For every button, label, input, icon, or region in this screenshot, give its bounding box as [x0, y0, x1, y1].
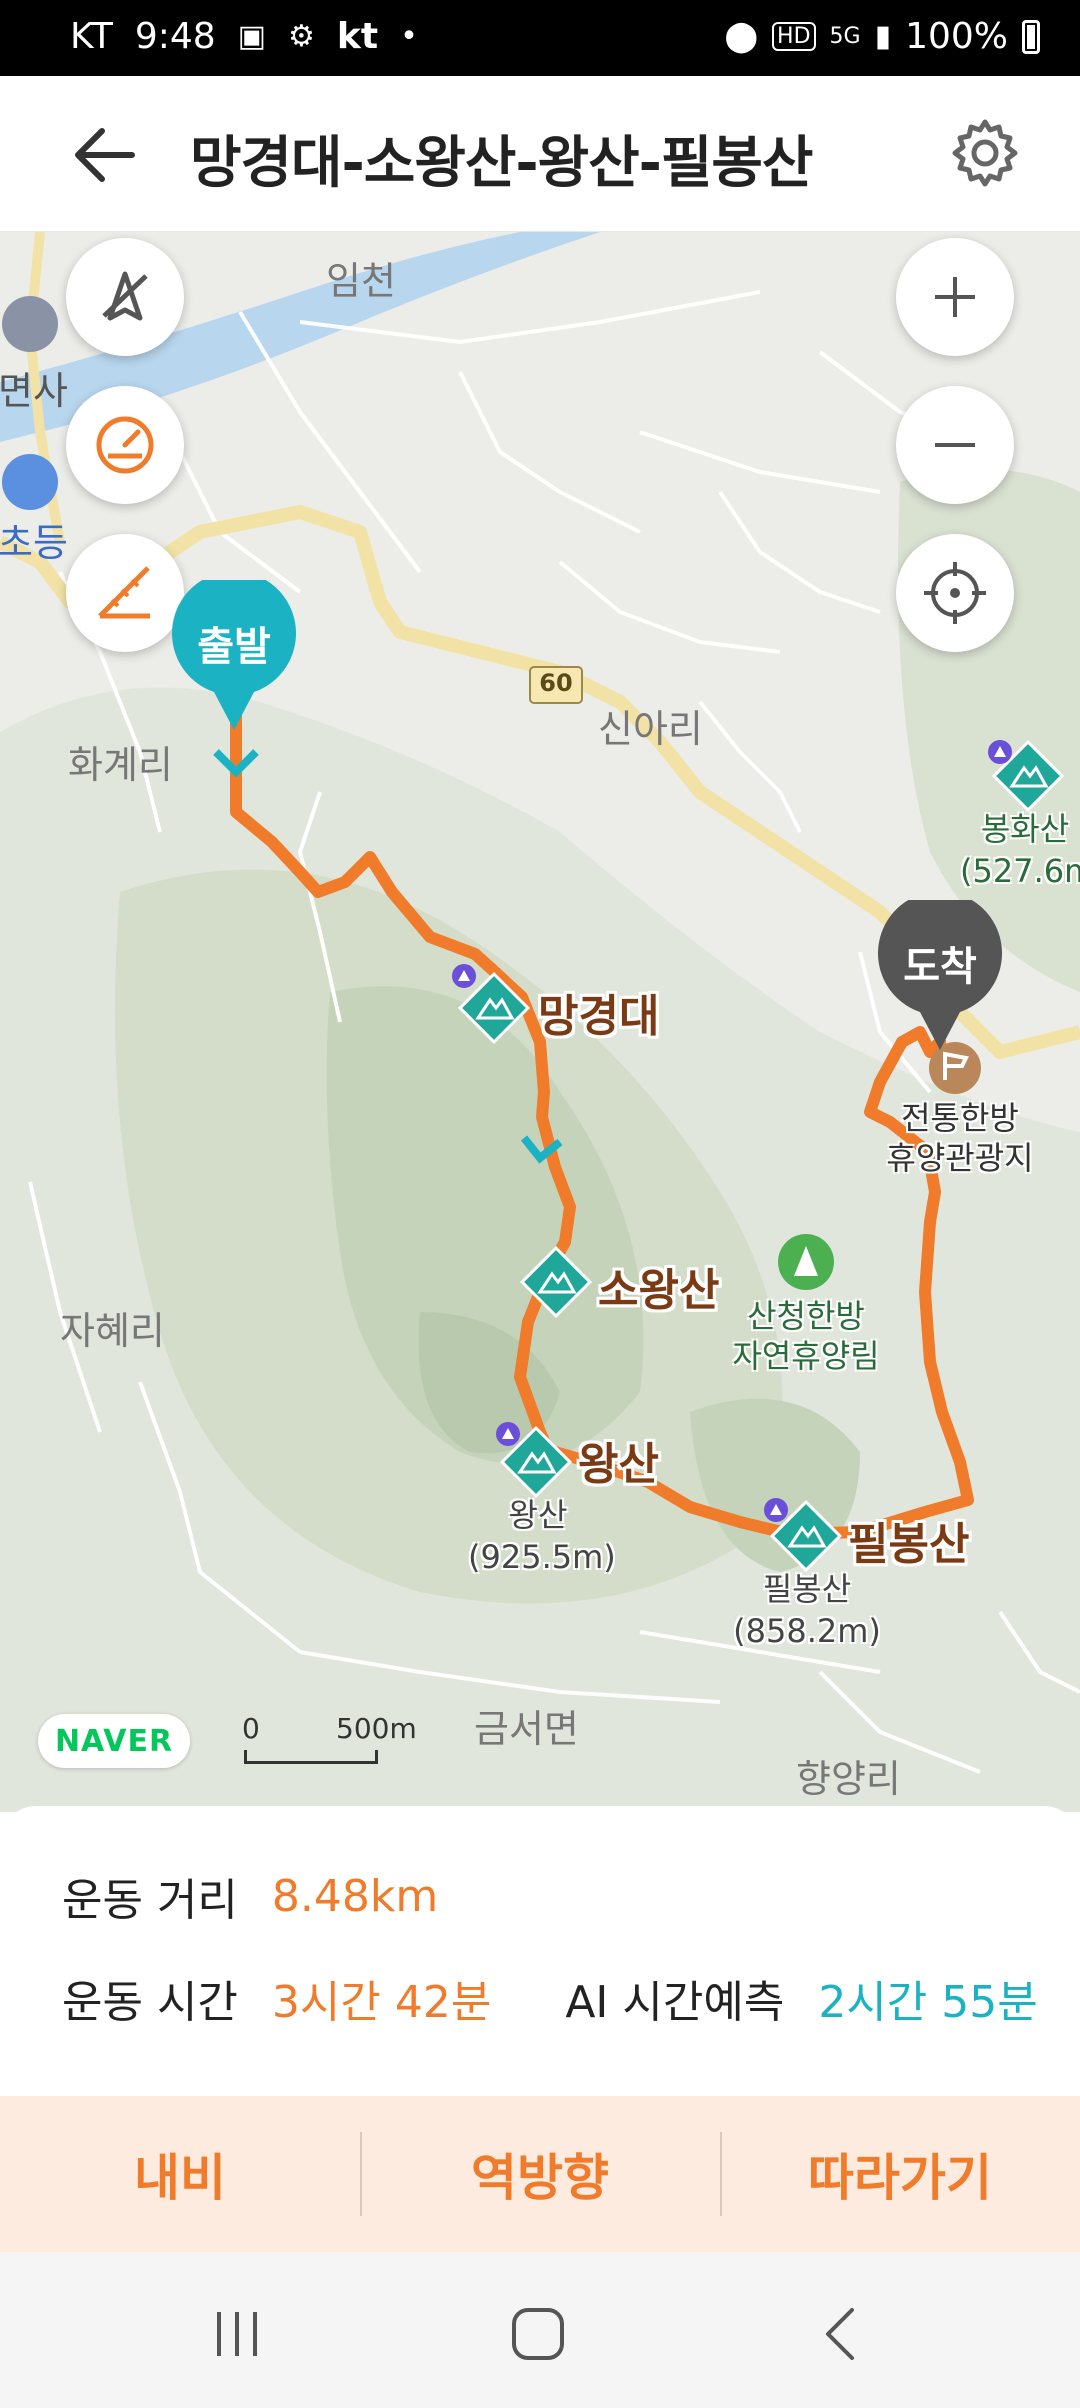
- status-right: ⬤ HD 5G ▮ 100%: [724, 16, 1040, 57]
- end-pin-label: 도착: [903, 944, 977, 990]
- peak-badge-icon: [988, 740, 1012, 764]
- poi-forest-line1: 산청한방: [747, 1297, 865, 1335]
- peak-sub-pilbongsan-name: 필봉산: [762, 1570, 852, 1608]
- map-view[interactable]: 임천 면사 초등 화계리 신아리 자혜리 금서면 향양리 60 출발 도착 망경…: [0, 232, 1080, 1812]
- battery-icon: [1022, 19, 1040, 54]
- route-info-panel: 운동 거리 8.48km 운동 시간 3시간 42분 AI 시간예측 2시간 5…: [0, 1806, 1080, 2096]
- compass-off-button[interactable]: [66, 238, 184, 356]
- speedometer-button[interactable]: [66, 386, 184, 504]
- zoom-in-button[interactable]: [896, 238, 1014, 356]
- status-left: KT 9:48 ▣ ⚙ kt •: [70, 16, 418, 57]
- gallery-icon: ▣: [237, 19, 267, 54]
- place-label-hyangyangri: 향양리: [796, 1757, 901, 1801]
- carrier-label: KT: [70, 16, 113, 57]
- back-arrow-icon[interactable]: [70, 120, 140, 190]
- place-label-jahyeri: 자혜리: [60, 1309, 165, 1353]
- page-title: 망경대-소왕산-왕산-필봉산: [190, 131, 813, 196]
- time-value: 3시간 42분: [271, 1977, 492, 2028]
- place-label-myeonsa: 면사: [0, 369, 68, 413]
- distance-row: 운동 거리 8.48km: [62, 1864, 438, 1928]
- naver-logo: NAVER: [38, 1714, 190, 1768]
- navi-button[interactable]: 내비: [0, 2096, 360, 2252]
- place-label-imcheon: 임천: [326, 259, 396, 303]
- settings-gear-icon[interactable]: [948, 116, 1022, 190]
- peak-sub-pilbongsan-height: (858.2m): [733, 1612, 881, 1650]
- start-pin-label: 출발: [197, 624, 271, 670]
- carrier-logo: kt: [336, 16, 379, 57]
- location-icon: ⬤: [724, 19, 759, 54]
- elevation-button[interactable]: [66, 534, 184, 652]
- map-scale: 0 500m: [242, 1712, 422, 1772]
- peak-sub-wangsan-name: 왕산: [508, 1496, 568, 1534]
- app-header: 망경대-소왕산-왕산-필봉산: [0, 76, 1080, 232]
- peak-sub-wangsan-height: (925.5m): [468, 1538, 616, 1576]
- status-bar: KT 9:48 ▣ ⚙ kt • ⬤ HD 5G ▮ 100%: [0, 0, 1080, 76]
- poi-resort-line2: 휴양관광지: [886, 1139, 1034, 1177]
- peak-label-wangsan: 왕산: [578, 1439, 659, 1490]
- home-icon[interactable]: [506, 2302, 570, 2366]
- peak-badge-icon: [764, 1498, 788, 1522]
- place-label-hwagyeri: 화계리: [68, 743, 173, 787]
- end-pin[interactable]: 도착: [876, 891, 1004, 1052]
- plus-icon: [935, 277, 975, 317]
- peak-label-pilbongsan: 필봉산: [848, 1519, 970, 1570]
- ai-time-value: 2시간 55분: [818, 1977, 1038, 2028]
- battery-percent: 100%: [905, 16, 1008, 57]
- my-location-button[interactable]: [896, 534, 1014, 652]
- system-nav-bar: [0, 2252, 1080, 2408]
- peak-badge-icon: [496, 1422, 520, 1446]
- crosshair-icon: [924, 562, 986, 624]
- speedometer-icon: [96, 416, 154, 474]
- follow-button[interactable]: 따라가기: [720, 2096, 1080, 2252]
- poi-forest-line2: 자연휴양림: [732, 1337, 880, 1375]
- zoom-out-button[interactable]: [896, 386, 1014, 504]
- distance-label: 운동 거리: [62, 1875, 238, 1926]
- place-label-geumseomyeon: 금서면: [474, 1707, 579, 1751]
- school-marker-icon: [2, 454, 58, 510]
- poi-label-forest: 산청한방 자연휴양림: [716, 1296, 896, 1376]
- time-label: 운동 시간: [62, 1977, 238, 2028]
- peak-sub-bonghwasan-height: (527.6m: [960, 852, 1080, 890]
- hd-icon: HD: [772, 22, 816, 51]
- scale-start: 0: [242, 1712, 260, 1745]
- museum-marker-icon: [2, 296, 58, 352]
- back-nav-icon[interactable]: [810, 2302, 874, 2366]
- distance-value: 8.48km: [271, 1870, 439, 1922]
- peak-sub-pilbongsan: 필봉산 (858.2m): [732, 1568, 882, 1652]
- time-row: 운동 시간 3시간 42분 AI 시간예측 2시간 55분: [62, 1966, 1038, 2030]
- reverse-button[interactable]: 역방향: [360, 2096, 720, 2252]
- signal-icon: ▮: [874, 19, 892, 54]
- place-label-chodeung: 초등: [0, 521, 68, 565]
- action-bar: 내비 역방향 따라가기: [0, 2096, 1080, 2252]
- minus-icon: [935, 443, 975, 447]
- place-label-sinari: 신아리: [598, 707, 703, 751]
- scale-bar: [244, 1750, 378, 1764]
- recent-apps-icon[interactable]: [205, 2302, 269, 2366]
- compass-off-icon: [102, 271, 148, 321]
- 5g-icon: 5G: [829, 24, 861, 49]
- peak-label-sowangsan: 소왕산: [598, 1265, 720, 1316]
- step-icon: ⚙: [288, 19, 315, 54]
- ai-time-label: AI 시간예측: [565, 1977, 785, 2028]
- scale-end: 500m: [336, 1712, 417, 1745]
- peak-icon-sowangsan[interactable]: [518, 1244, 594, 1320]
- road-number-label: 60: [539, 669, 573, 697]
- peak-sub-wangsan: 왕산 (925.5m): [468, 1494, 616, 1578]
- poi-label-resort: 전통한방 휴양관광지: [870, 1098, 1050, 1178]
- elevation-slope-icon: [98, 566, 150, 619]
- clock: 9:48: [134, 16, 216, 57]
- start-pin[interactable]: 출발: [170, 571, 298, 732]
- poi-resort-line1: 전통한방: [901, 1099, 1019, 1137]
- peak-sub-bonghwasan: 봉화산 (527.6m: [960, 808, 1080, 892]
- dot-icon: •: [400, 19, 418, 54]
- peak-badge-icon: [452, 964, 476, 988]
- peak-label-manggyeongdae: 망경대: [538, 991, 660, 1042]
- peak-sub-bonghwasan-name: 봉화산: [980, 810, 1070, 848]
